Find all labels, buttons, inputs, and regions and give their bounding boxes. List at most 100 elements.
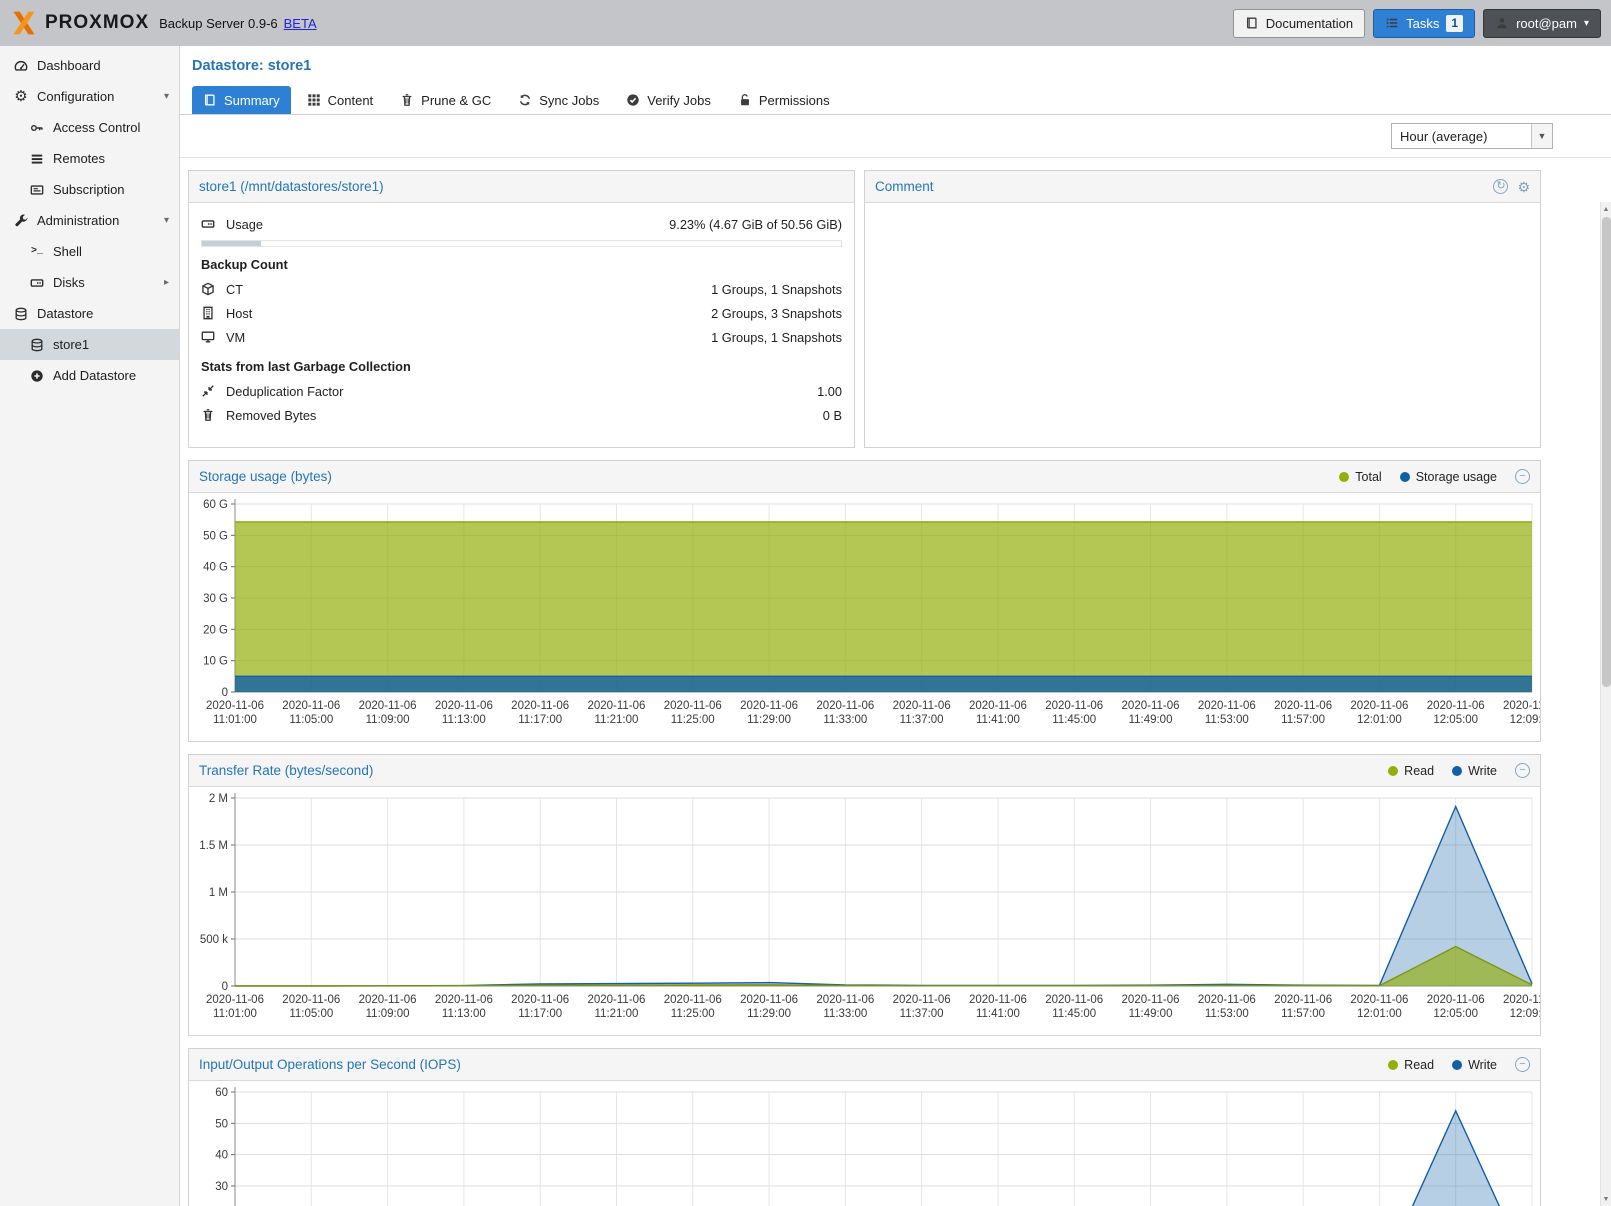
tab-sync-jobs[interactable]: Sync Jobs	[507, 86, 610, 114]
vertical-scrollbar[interactable]: ▲ ▼	[1600, 202, 1611, 1206]
datastore-summary-panel: store1 (/mnt/datastores/store1) Usage 9.…	[188, 170, 855, 448]
svg-text:2020-11-06: 2020-11-06	[1350, 700, 1408, 712]
svg-text:2020-11-06: 2020-11-06	[1122, 994, 1180, 1006]
tab-permissions[interactable]: Permissions	[727, 86, 841, 114]
svg-text:11:21:00: 11:21:00	[595, 714, 639, 726]
svg-text:2020-11-06: 2020-11-06	[587, 994, 645, 1006]
svg-text:50: 50	[215, 1118, 228, 1130]
svg-text:2020-11-06: 2020-11-06	[893, 994, 951, 1006]
svg-text:11:37:00: 11:37:00	[900, 714, 944, 726]
scroll-up-icon[interactable]: ▲	[1601, 202, 1611, 216]
gc-row-removed-bytes: Removed Bytes 0 B	[201, 403, 842, 427]
series-color-dot	[1388, 1060, 1398, 1070]
legend-item-write[interactable]: Write	[1452, 764, 1497, 778]
scroll-down-icon[interactable]: ▼	[1601, 1192, 1611, 1206]
sidebar-item-dashboard[interactable]: Dashboard	[0, 50, 179, 81]
svg-text:2 M: 2 M	[209, 793, 228, 805]
sidebar-item-disks[interactable]: Disks ▸	[0, 267, 179, 298]
gear-icon[interactable]: ⚙	[1517, 180, 1530, 194]
book-icon	[203, 93, 217, 107]
chevron-down-icon[interactable]: ▾	[164, 215, 169, 226]
comment-panel: Comment ↻ ⚙	[864, 170, 1541, 448]
svg-text:11:45:00: 11:45:00	[1052, 714, 1096, 726]
sidebar-item-shell[interactable]: >_ Shell	[0, 236, 179, 267]
svg-text:2020-11-06: 2020-11-06	[511, 994, 569, 1006]
svg-text:30: 30	[215, 1181, 228, 1193]
backup-count-row-host: Host 2 Groups, 3 Snapshots	[201, 301, 842, 325]
sidebar: Dashboard ⚙ Configuration ▾ Access Contr…	[0, 46, 180, 1206]
svg-text:2020-11-06: 2020-11-06	[435, 994, 493, 1006]
proxmox-logo-icon	[10, 9, 38, 37]
compress-icon	[201, 384, 218, 398]
user-menu-button[interactable]: root@pam ▾	[1483, 9, 1601, 38]
id-card-icon	[28, 183, 46, 197]
scrollbar-thumb[interactable]	[1602, 217, 1611, 687]
collapse-icon[interactable]: −	[1515, 763, 1530, 778]
svg-text:2020-11-06: 2020-11-06	[435, 700, 493, 712]
tasks-button[interactable]: Tasks 1	[1373, 9, 1475, 38]
comment-editor[interactable]	[865, 203, 1540, 447]
legend-item-read[interactable]: Read	[1388, 1058, 1434, 1072]
legend-item-write[interactable]: Write	[1452, 1058, 1497, 1072]
chevron-down-icon[interactable]: ▾	[164, 91, 169, 102]
svg-text:11:25:00: 11:25:00	[671, 714, 715, 726]
terminal-icon: >_	[28, 246, 46, 257]
sidebar-item-subscription[interactable]: Subscription	[0, 174, 179, 205]
chevron-right-icon[interactable]: ▸	[164, 277, 169, 288]
svg-text:2020-11-06: 2020-11-06	[1045, 994, 1103, 1006]
svg-text:2020-11-06: 2020-11-06	[282, 994, 340, 1006]
refresh-icon[interactable]: ↻	[1493, 179, 1508, 194]
sidebar-item-administration[interactable]: Administration ▾	[0, 205, 179, 236]
series-color-dot	[1388, 766, 1398, 776]
row-value: 1 Groups, 1 Snapshots	[711, 282, 842, 297]
chart-legend: Read Write	[1388, 764, 1515, 778]
svg-text:2020-11-06: 2020-11-06	[740, 700, 798, 712]
sidebar-item-label: store1	[53, 337, 89, 352]
storage-usage-chart: 2020-11-0611:01:002020-11-0611:05:002020…	[189, 493, 1540, 741]
tab-prune-gc[interactable]: Prune & GC	[389, 86, 502, 114]
row-value: 1 Groups, 1 Snapshots	[711, 330, 842, 345]
tab-verify-jobs[interactable]: Verify Jobs	[615, 86, 722, 114]
svg-text:12:09:00: 12:09:00	[1510, 714, 1540, 726]
legend-label: Write	[1468, 764, 1497, 778]
transfer-rate-panel: Transfer Rate (bytes/second) Read Write …	[188, 754, 1541, 1036]
legend-item-total[interactable]: Total	[1339, 470, 1381, 484]
legend-item-read[interactable]: Read	[1388, 764, 1434, 778]
brand-text: PROXMOX	[45, 12, 149, 34]
panel-title: Transfer Rate (bytes/second)	[199, 763, 373, 778]
svg-text:2020-11-06: 2020-11-06	[1198, 700, 1256, 712]
collapse-icon[interactable]: −	[1515, 1057, 1530, 1072]
timerange-combobox[interactable]: Hour (average) ▼	[1391, 123, 1553, 149]
wrench-icon	[12, 214, 30, 228]
svg-text:11:33:00: 11:33:00	[823, 1008, 867, 1020]
chevron-down-icon[interactable]: ▼	[1531, 124, 1552, 148]
documentation-button[interactable]: Documentation	[1233, 9, 1365, 38]
sidebar-item-store1[interactable]: store1	[0, 329, 179, 360]
sidebar-item-label: Add Datastore	[53, 368, 136, 383]
svg-text:500 k: 500 k	[200, 934, 228, 946]
backup-count-row-ct: CT 1 Groups, 1 Snapshots	[201, 277, 842, 301]
page-title: Datastore: store1	[192, 58, 1599, 74]
tab-content[interactable]: Content	[296, 86, 385, 114]
tab-summary[interactable]: Summary	[192, 86, 291, 114]
sidebar-item-label: Remotes	[53, 151, 105, 166]
sidebar-item-remotes[interactable]: Remotes	[0, 143, 179, 174]
beta-link[interactable]: BETA	[284, 16, 317, 31]
svg-text:2020-11-06: 2020-11-06	[1122, 700, 1180, 712]
product-version: Backup Server 0.9-6	[159, 16, 278, 31]
svg-text:11:01:00: 11:01:00	[213, 1008, 257, 1020]
timerange-value: Hour (average)	[1392, 129, 1531, 144]
tab-label: Summary	[224, 93, 280, 108]
row-label: Host	[226, 306, 252, 321]
sidebar-item-datastore[interactable]: Datastore	[0, 298, 179, 329]
sidebar-item-access-control[interactable]: Access Control	[0, 112, 179, 143]
svg-text:30 G: 30 G	[203, 593, 228, 605]
sidebar-item-label: Disks	[53, 275, 85, 290]
sidebar-item-add-datastore[interactable]: Add Datastore	[0, 360, 179, 391]
svg-text:2020-11-06: 2020-11-06	[359, 994, 417, 1006]
collapse-icon[interactable]: −	[1515, 469, 1530, 484]
sidebar-item-configuration[interactable]: ⚙ Configuration ▾	[0, 81, 179, 112]
legend-item-storage-usage[interactable]: Storage usage	[1400, 470, 1497, 484]
tab-label: Content	[328, 93, 374, 108]
drive-icon	[28, 276, 46, 290]
